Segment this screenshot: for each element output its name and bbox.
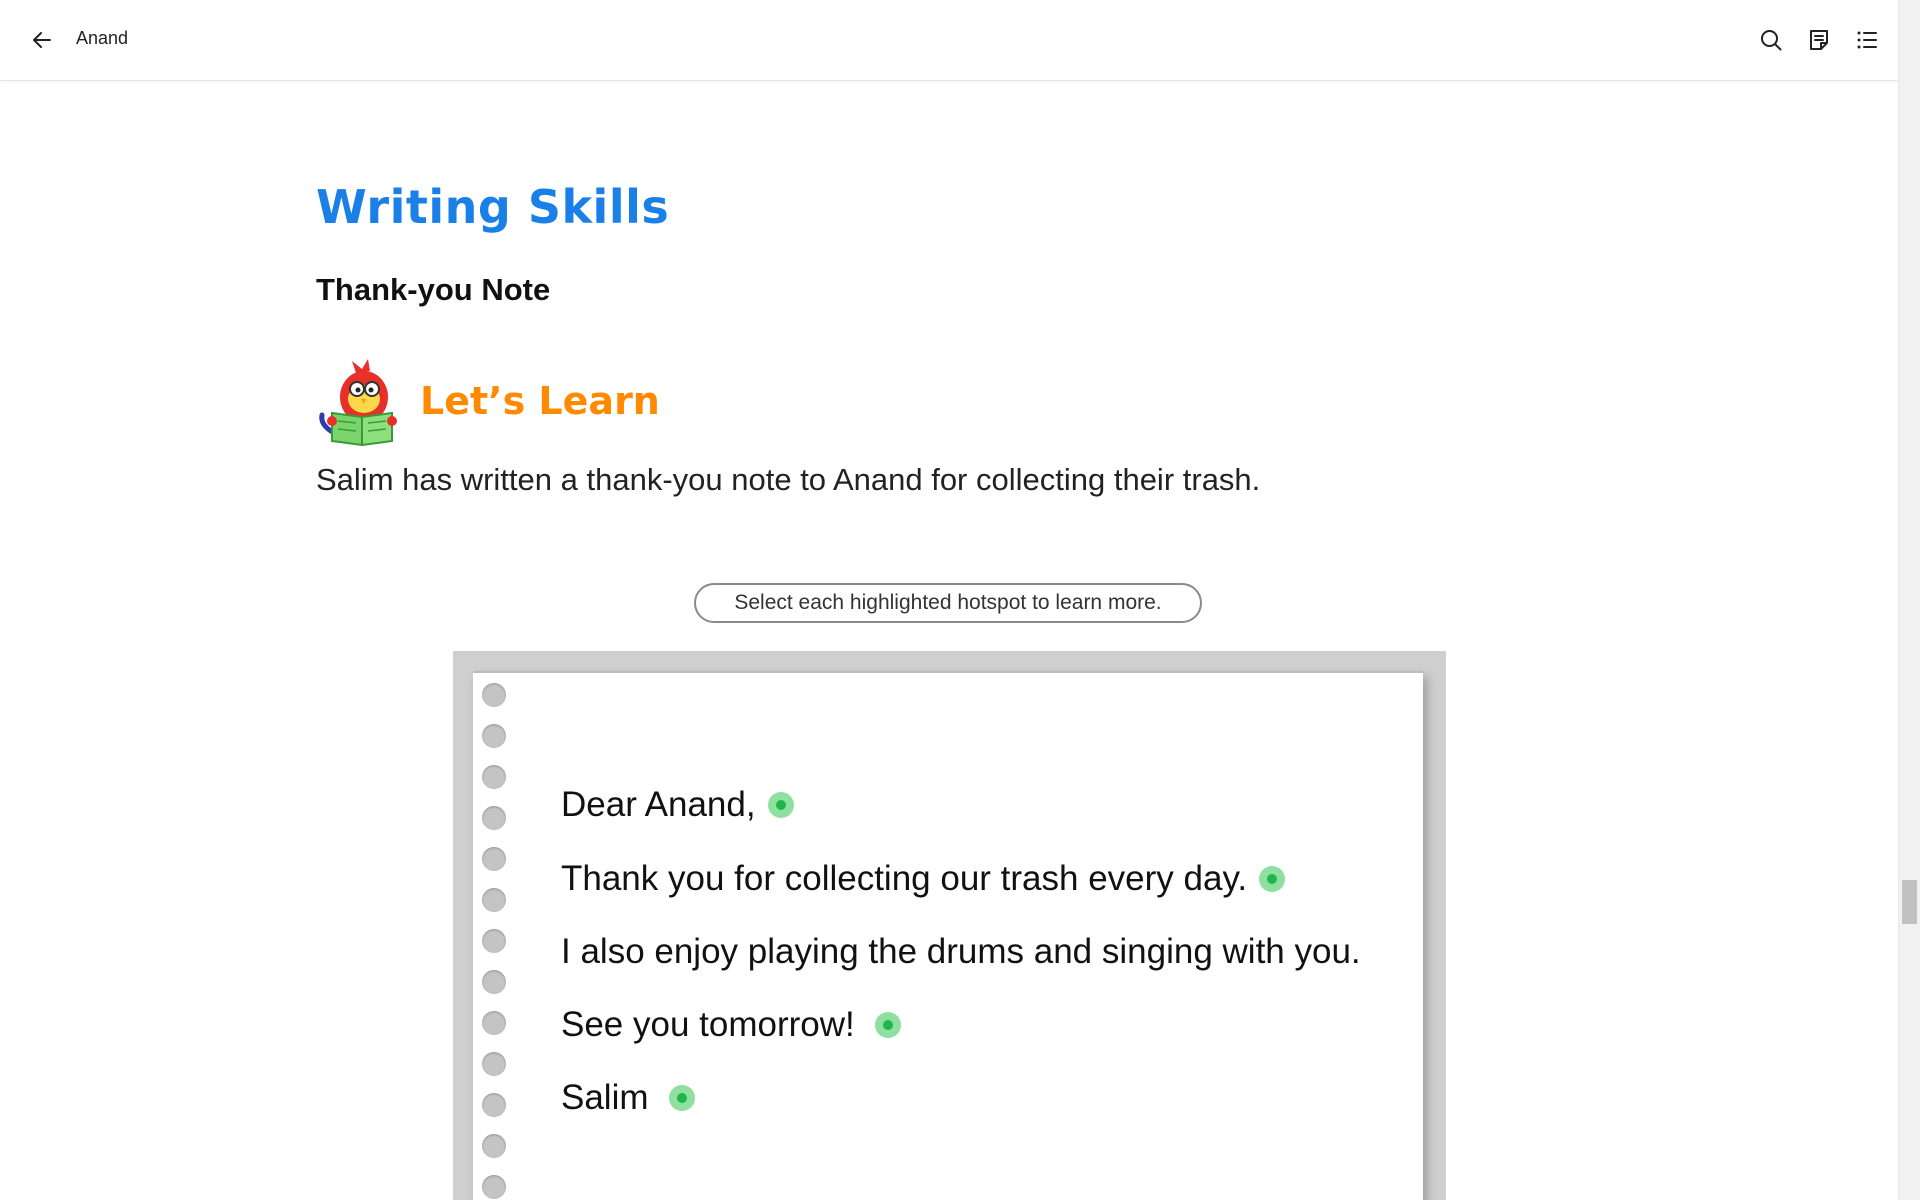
search-button[interactable]	[1755, 24, 1787, 56]
table-of-contents-button[interactable]	[1851, 24, 1883, 56]
page-title: Writing Skills	[316, 180, 670, 234]
top-actions	[1755, 24, 1883, 56]
top-bar: Anand	[0, 0, 1899, 81]
lets-learn-banner: Let’s Learn	[316, 355, 660, 447]
notes-icon	[1810, 30, 1828, 50]
binder-hole	[482, 1134, 506, 1158]
hotspot-instruction: Select each highlighted hotspot to learn…	[694, 583, 1202, 623]
binder-hole	[482, 970, 506, 994]
binder-hole	[482, 806, 506, 830]
binder-hole	[482, 888, 506, 912]
lets-learn-title: Let’s Learn	[420, 379, 660, 423]
scrollbar-thumb[interactable]	[1902, 880, 1917, 924]
intro-text: Salim has written a thank-you note to An…	[316, 462, 1261, 497]
thank-you-note-image: Dear Anand, Thank you for collecting our…	[453, 651, 1446, 1200]
note-line-text: Dear Anand,	[561, 785, 756, 824]
binder-hole	[482, 1175, 506, 1199]
binder-hole	[482, 1052, 506, 1076]
binder-hole	[482, 847, 506, 871]
hotspot-closing[interactable]	[874, 1012, 901, 1038]
notes-button[interactable]	[1803, 24, 1835, 56]
note-line-text: I also enjoy playing the drums and singi…	[561, 932, 1361, 971]
binder-hole	[482, 683, 506, 707]
binder-hole	[482, 724, 506, 748]
note-line-text: See you tomorrow!	[561, 1005, 855, 1044]
hotspot-greeting[interactable]	[767, 792, 794, 818]
note-line-closing: See you tomorrow!	[561, 1005, 901, 1045]
binder-hole	[482, 1011, 506, 1035]
mascot-reading-icon	[319, 359, 397, 447]
arrow-left-icon	[33, 32, 51, 48]
note-line-body-2: I also enjoy playing the drums and singi…	[561, 932, 1361, 972]
list-icon	[1857, 31, 1877, 49]
note-line-body-1: Thank you for collecting our trash every…	[561, 859, 1286, 899]
back-button[interactable]	[24, 24, 60, 56]
note-line-text: Salim	[561, 1078, 649, 1117]
reader-app: Anand Writing Skills Thank-you Note Let’…	[0, 0, 1920, 1200]
search-icon	[1761, 30, 1782, 51]
book-title: Anand	[76, 28, 129, 48]
binder-hole	[482, 929, 506, 953]
hotspot-signature[interactable]	[668, 1085, 695, 1111]
hotspot-body[interactable]	[1259, 866, 1286, 892]
vertical-scrollbar[interactable]	[1898, 0, 1920, 1200]
binder-hole	[482, 765, 506, 789]
note-paper: Dear Anand, Thank you for collecting our…	[473, 671, 1423, 1200]
section-title: Thank-you Note	[316, 272, 551, 307]
note-line-text: Thank you for collecting our trash every…	[561, 859, 1248, 898]
note-line-signature: Salim	[561, 1078, 695, 1118]
binder-hole	[482, 1093, 506, 1117]
note-line-greeting: Dear Anand,	[561, 785, 794, 825]
